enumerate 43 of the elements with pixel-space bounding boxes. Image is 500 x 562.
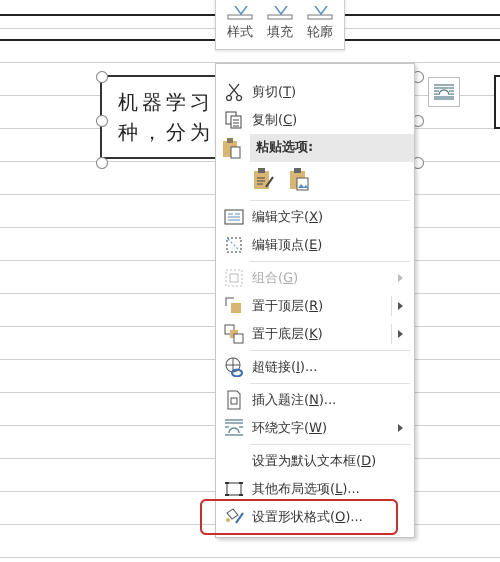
resize-handle[interactable] xyxy=(96,71,108,83)
bring-front-icon xyxy=(224,296,244,316)
globe-link-icon xyxy=(224,357,244,377)
menu-header: 粘贴选项: xyxy=(250,134,414,162)
vertex-icon xyxy=(224,235,244,255)
resize-handle[interactable] xyxy=(96,115,108,127)
toolbar-button[interactable]: 轮廓 xyxy=(307,6,333,41)
menu-item[interactable]: 置于顶层(R) xyxy=(216,292,414,320)
scissors-icon xyxy=(224,82,244,102)
layout-icon xyxy=(224,479,244,499)
menu-item[interactable]: 复制(C) xyxy=(216,106,414,134)
wrap-text-icon xyxy=(433,84,455,100)
copy-icon xyxy=(224,110,244,130)
submenu-arrow-icon xyxy=(398,424,404,432)
menu-item[interactable]: 剪切(T) xyxy=(216,78,414,106)
menu-item[interactable]: 编辑文字(X) xyxy=(216,203,414,231)
menu-item[interactable]: 插入题注(N)... xyxy=(216,386,414,414)
clipboard-icon xyxy=(222,137,242,159)
group-icon xyxy=(224,268,244,288)
menu-item[interactable]: 设置为默认文本框(D) xyxy=(216,447,414,475)
swatch-icon xyxy=(307,6,333,20)
submenu-arrow-icon xyxy=(398,330,404,338)
wrap-text-icon xyxy=(224,418,244,438)
resize-handle[interactable] xyxy=(96,157,108,169)
menu-item[interactable]: 其他布局选项(L)... xyxy=(216,475,414,503)
toolbar-button[interactable]: 填充 xyxy=(267,6,293,41)
menu-item[interactable]: 置于底层(K) xyxy=(216,320,414,348)
layout-options-button[interactable] xyxy=(428,77,460,107)
submenu-arrow-icon xyxy=(398,274,404,282)
menu-item[interactable]: 环绕文字(W) xyxy=(216,414,414,442)
send-back-icon xyxy=(224,324,244,344)
toolbar-button[interactable]: 样式 xyxy=(227,6,253,41)
text-line: 种，分为 xyxy=(118,119,214,146)
menu-item[interactable]: 编辑顶点(E) xyxy=(216,231,414,259)
swatch-icon xyxy=(227,6,253,20)
swatch-icon xyxy=(267,6,293,20)
menu-item[interactable]: 超链接(I)... xyxy=(216,353,414,381)
text-lines-icon xyxy=(224,207,244,227)
text-line: 机器学习 xyxy=(118,89,214,116)
paste-keep-icon[interactable] xyxy=(252,167,274,191)
submenu-arrow-icon xyxy=(398,302,404,310)
paste-picture-icon[interactable] xyxy=(288,167,310,191)
menu-item[interactable]: 设置形状格式(O)... xyxy=(204,503,394,531)
